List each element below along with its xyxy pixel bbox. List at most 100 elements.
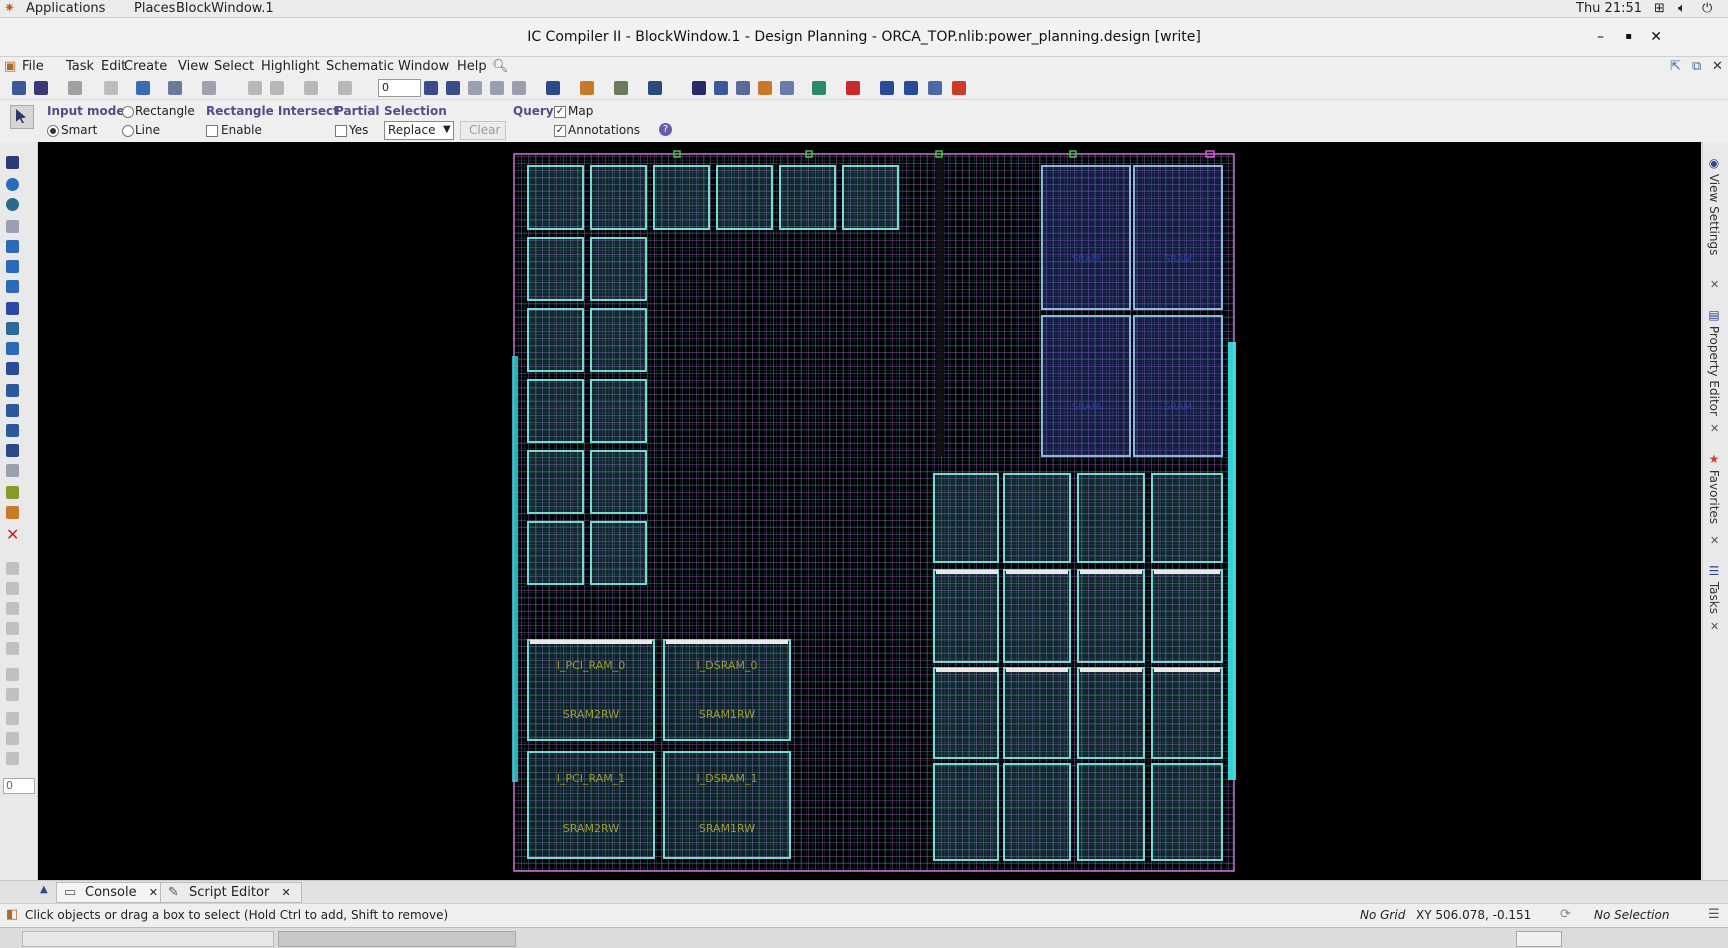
volume-icon[interactable]: 🔈︎: [1678, 0, 1686, 17]
eraser-icon[interactable]: [6, 642, 19, 655]
flyline-icon[interactable]: [692, 81, 706, 95]
grid-icon[interactable]: [614, 81, 628, 95]
rectangle-tool-icon[interactable]: [6, 220, 19, 233]
power-icon[interactable]: ⏻: [1702, 0, 1712, 17]
taskbar-window-2[interactable]: [278, 931, 516, 947]
histogram-icon[interactable]: [736, 81, 750, 95]
route-icon[interactable]: [6, 362, 19, 375]
zoom-out-icon[interactable]: [270, 81, 284, 95]
resize-icon[interactable]: [6, 260, 19, 273]
restore-panel-icon[interactable]: ⇱: [1670, 57, 1681, 77]
zoom-in-icon[interactable]: [248, 81, 262, 95]
info-icon[interactable]: [6, 178, 19, 191]
menu-help[interactable]: Help: [457, 57, 487, 77]
rectangle-label[interactable]: Rectangle: [135, 103, 195, 119]
select-arrow-icon[interactable]: [6, 156, 19, 169]
move-icon[interactable]: [6, 240, 19, 253]
copy-disabled-icon[interactable]: [6, 668, 19, 681]
close-property-editor-icon[interactable]: ✕: [1710, 422, 1719, 435]
pencil-icon[interactable]: [6, 622, 19, 635]
drc-icon[interactable]: [846, 81, 860, 95]
favorites-tab[interactable]: ★ Favorites: [1707, 452, 1721, 524]
places-menu[interactable]: Places: [134, 0, 175, 17]
left-value-input[interactable]: 0: [3, 778, 35, 794]
cell-icon[interactable]: [758, 81, 772, 95]
align-center-icon[interactable]: [490, 81, 504, 95]
search-icon[interactable]: 🔍︎: [492, 57, 509, 77]
close-view-settings-icon[interactable]: ✕: [1710, 278, 1719, 291]
taskbar-window-1[interactable]: [22, 931, 274, 947]
tab-script-editor[interactable]: ✎ Script Editor ✕: [160, 882, 302, 903]
menu-create[interactable]: Create: [124, 57, 167, 77]
tool-icon[interactable]: [424, 81, 438, 95]
line-radio[interactable]: [122, 125, 134, 137]
minimize-button[interactable]: –: [1597, 18, 1604, 56]
status-menu-icon[interactable]: ☰: [1708, 907, 1720, 922]
enable-checkbox[interactable]: [206, 125, 218, 137]
menu-window[interactable]: Window: [398, 57, 449, 77]
report-icon[interactable]: [880, 81, 894, 95]
annotations-label[interactable]: Annotations: [568, 122, 640, 138]
group-icon[interactable]: [6, 404, 19, 417]
lvs-icon[interactable]: [952, 81, 966, 95]
layer-icon[interactable]: [6, 486, 19, 499]
align-left-icon[interactable]: [468, 81, 482, 95]
help-icon[interactable]: ?: [659, 123, 672, 136]
float-panel-icon[interactable]: ⧉: [1692, 57, 1701, 77]
select-mode-icon[interactable]: [10, 105, 34, 129]
map-label[interactable]: Map: [568, 103, 593, 119]
pins-icon[interactable]: [780, 81, 794, 95]
selection-dropdown[interactable]: Replace ▼: [384, 121, 454, 140]
rectangle-radio[interactable]: [122, 106, 134, 118]
enable-label[interactable]: Enable: [221, 122, 262, 138]
grid-tool-icon[interactable]: [6, 464, 19, 477]
zoom-icon[interactable]: [6, 198, 19, 211]
undo-icon[interactable]: [304, 81, 318, 95]
property-editor-tab[interactable]: ▤ Property Editor: [1707, 308, 1721, 416]
camera-icon[interactable]: [648, 81, 662, 95]
check-icon[interactable]: [904, 81, 918, 95]
box-icon[interactable]: [6, 688, 19, 701]
delete-icon[interactable]: [104, 81, 118, 95]
maximize-button[interactable]: ▪: [1625, 18, 1632, 56]
menu-highlight[interactable]: Highlight: [261, 57, 320, 77]
delete-tool-icon[interactable]: ✕: [6, 527, 19, 543]
partial-yes-label[interactable]: Yes: [349, 122, 368, 138]
layout-canvas[interactable]: SRAM SRAM SRAM SRAM I_PCI_RAM_0 SRAM2RW …: [38, 142, 1701, 880]
fix-icon[interactable]: [6, 602, 19, 615]
message-icon[interactable]: [546, 81, 560, 95]
map-checkbox[interactable]: ✓: [554, 106, 566, 118]
partial-yes-checkbox[interactable]: [335, 125, 347, 137]
snap-icon[interactable]: [136, 81, 150, 95]
mirror-icon[interactable]: [6, 280, 19, 293]
open-icon[interactable]: [12, 81, 26, 95]
menu-file[interactable]: File: [22, 57, 44, 77]
copy-icon[interactable]: [6, 384, 19, 397]
align-top-icon[interactable]: [512, 81, 526, 95]
hierarchy-icon[interactable]: [580, 81, 594, 95]
workspace-indicator[interactable]: [1516, 931, 1562, 947]
save-icon[interactable]: [34, 81, 48, 95]
tasks-tab[interactable]: ☰ Tasks: [1707, 564, 1721, 614]
connect-icon[interactable]: [168, 81, 182, 95]
array-icon[interactable]: [6, 424, 19, 437]
view-settings-tab[interactable]: ◉ View Settings: [1707, 156, 1721, 255]
clock[interactable]: Thu 21:51: [1576, 0, 1642, 17]
edit-icon[interactable]: [68, 81, 82, 95]
applications-menu[interactable]: Applications: [26, 0, 105, 17]
lock-icon[interactable]: [6, 562, 19, 575]
layers-disabled-icon[interactable]: [6, 732, 19, 745]
spacing-icon[interactable]: [6, 444, 19, 457]
clear-button[interactable]: Clear: [460, 121, 506, 140]
map-icon[interactable]: [714, 81, 728, 95]
smart-label[interactable]: Smart: [61, 122, 97, 138]
smart-radio[interactable]: [47, 125, 59, 137]
align-tool-icon[interactable]: [6, 322, 19, 335]
paint-icon[interactable]: [6, 712, 19, 725]
layer-spin-input[interactable]: 0: [378, 79, 421, 97]
menu-task[interactable]: Task: [66, 57, 94, 77]
close-button[interactable]: ✕: [1650, 18, 1662, 56]
block-icon[interactable]: [6, 302, 19, 315]
menu-schematic[interactable]: Schematic: [326, 57, 394, 77]
target-icon[interactable]: [6, 752, 19, 765]
